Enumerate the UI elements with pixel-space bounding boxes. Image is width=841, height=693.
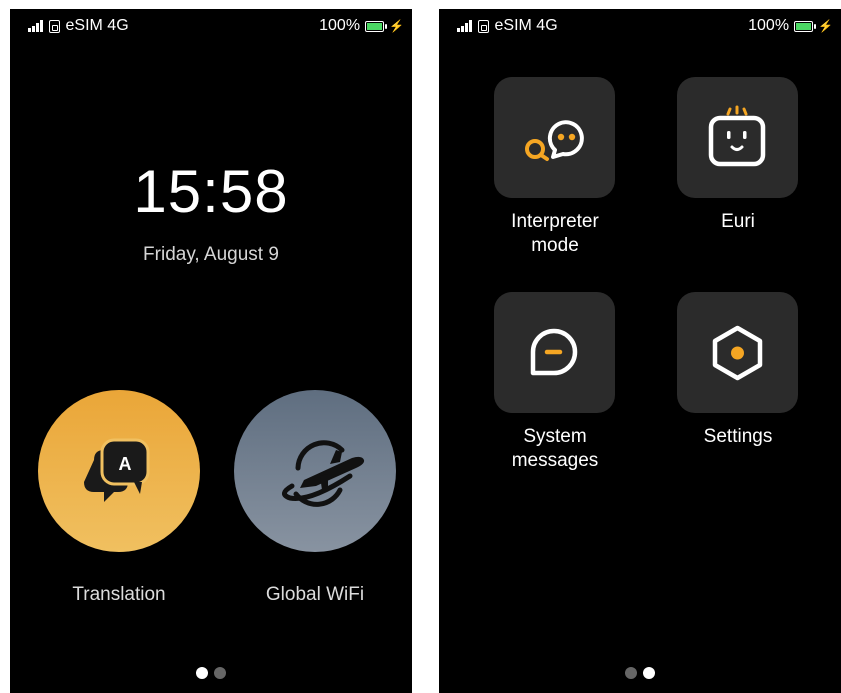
app-screen: eSIM 4G 100% ⚡ Interpreter mode Euri Sys… bbox=[439, 9, 841, 693]
sim-icon bbox=[48, 19, 60, 33]
app-label-line: Interpreter bbox=[511, 211, 599, 232]
translation-icon: A bbox=[84, 438, 150, 502]
clock-time: 15:58 bbox=[133, 158, 289, 225]
battery-percent: 100% bbox=[748, 17, 790, 34]
signal-icon bbox=[28, 20, 43, 32]
lock-screen: eSIM 4G 100% ⚡ 15:58 Friday, August 9 A … bbox=[10, 9, 412, 693]
global-wifi-label: Global WiFi bbox=[265, 584, 365, 605]
sim-icon bbox=[477, 19, 489, 33]
translation-button[interactable]: A bbox=[38, 390, 200, 552]
status-bar: eSIM 4G 100% ⚡ bbox=[439, 9, 841, 43]
battery-icon bbox=[794, 20, 817, 32]
page-dot-2[interactable] bbox=[643, 667, 655, 679]
charging-icon: ⚡ bbox=[389, 19, 404, 33]
battery-icon bbox=[365, 20, 388, 32]
battery-percent: 100% bbox=[319, 17, 361, 34]
page-dot-1[interactable] bbox=[196, 667, 208, 679]
app-system-messages[interactable] bbox=[494, 292, 615, 413]
page-dot-1[interactable] bbox=[625, 667, 637, 679]
global-wifi-button[interactable] bbox=[234, 390, 396, 552]
app-label-line: Settings bbox=[703, 426, 773, 447]
page-indicator bbox=[439, 667, 841, 679]
app-label-interpreter: Interpreter mode bbox=[465, 210, 645, 258]
signal-icon bbox=[457, 20, 472, 32]
page-indicator bbox=[10, 667, 412, 679]
status-bar: eSIM 4G 100% ⚡ bbox=[10, 9, 412, 43]
app-settings[interactable] bbox=[677, 292, 798, 413]
airplane-globe-icon bbox=[282, 440, 365, 507]
app-label-line: mode bbox=[531, 235, 579, 256]
app-label-line: messages bbox=[511, 450, 599, 471]
app-interpreter-mode[interactable] bbox=[494, 77, 615, 198]
page-dot-2[interactable] bbox=[214, 667, 226, 679]
translation-glyph: A bbox=[119, 454, 132, 474]
charging-icon: ⚡ bbox=[818, 19, 833, 33]
carrier-text: eSIM 4G bbox=[494, 17, 558, 34]
app-label-line: System bbox=[523, 426, 587, 447]
app-label-system-messages: System messages bbox=[465, 425, 645, 473]
euri-robot-icon bbox=[708, 105, 766, 167]
carrier-text: eSIM 4G bbox=[65, 17, 129, 34]
app-euri[interactable] bbox=[677, 77, 798, 198]
clock-date: Friday, August 9 bbox=[143, 244, 279, 265]
interpreter-chat-icon bbox=[525, 120, 584, 161]
hexagon-settings-icon bbox=[712, 325, 763, 381]
app-label-line: Euri bbox=[721, 211, 755, 232]
app-label-euri: Euri bbox=[648, 210, 828, 234]
message-bubble-icon bbox=[530, 328, 578, 376]
translation-label: Translation bbox=[72, 584, 166, 605]
app-label-settings: Settings bbox=[648, 425, 828, 449]
